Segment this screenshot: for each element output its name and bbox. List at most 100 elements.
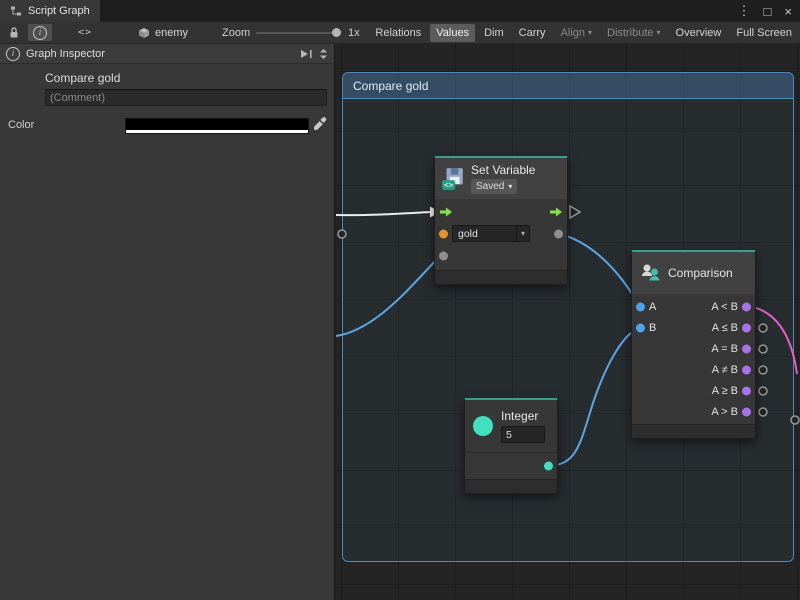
tab-title: Script Graph — [28, 5, 90, 17]
dock-panel-icon[interactable] — [300, 49, 313, 59]
output-label: A > B — [711, 406, 738, 418]
variable-name-dropdown[interactable]: gold ▾ — [452, 225, 530, 242]
flow-port-row — [435, 201, 567, 223]
comparison-ports: A A < B B A ≤ B A = B A ≠ B A ≥ B — [632, 294, 755, 424]
comment-input[interactable] — [45, 89, 327, 106]
zoom-slider-track[interactable] — [256, 32, 340, 34]
node-title: Comparison — [668, 266, 733, 280]
output-label: A < B — [711, 301, 738, 313]
output-port-a-less-b[interactable] — [742, 302, 751, 311]
flow-input-port[interactable] — [439, 206, 453, 218]
group-title: Compare gold — [353, 79, 428, 93]
close-icon[interactable]: × — [784, 4, 792, 19]
graph-inspector-header: i Graph Inspector — [0, 44, 334, 64]
lock-button[interactable] — [4, 24, 24, 41]
graph-inspector-panel: i Graph Inspector Compare gold Color — [0, 44, 335, 600]
output-port-a-gte-b[interactable] — [742, 386, 751, 395]
scrub-arrows-icon[interactable] — [319, 48, 328, 60]
graph-inspector-title: Graph Inspector — [26, 48, 105, 60]
chevron-down-icon: ▾ — [516, 226, 529, 241]
graph-canvas[interactable]: Compare gold <> Set Variable — [336, 44, 800, 600]
overview-button[interactable]: Overview — [670, 24, 728, 42]
align-dropdown[interactable]: Align ▾ — [555, 24, 598, 42]
input-port-a[interactable] — [636, 302, 645, 311]
flow-output-port[interactable] — [549, 206, 563, 218]
value-input-port[interactable] — [439, 252, 448, 261]
set-variable-ports: gold ▾ — [435, 199, 567, 270]
comparison-row: A > B — [632, 401, 755, 422]
maximize-icon[interactable]: □ — [764, 4, 772, 19]
output-label: A ≤ B — [712, 322, 738, 334]
info-icon: i — [6, 47, 20, 61]
node-footer — [435, 270, 567, 284]
color-swatch[interactable] — [125, 118, 309, 134]
info-icon: i — [33, 26, 47, 40]
name-input-port[interactable] — [439, 230, 448, 239]
chevron-down-icon: ▾ — [588, 29, 592, 37]
zoom-label: Zoom — [222, 22, 250, 43]
target-name: enemy — [155, 27, 188, 39]
inspector-toggle-button[interactable]: i — [28, 24, 52, 41]
node-title: Set Variable — [471, 163, 535, 177]
integer-header[interactable]: Integer 5 — [465, 400, 557, 452]
zoom-slider[interactable] — [256, 22, 340, 43]
lock-icon — [8, 26, 20, 39]
output-port-a-gt-b[interactable] — [742, 407, 751, 416]
carry-button[interactable]: Carry — [513, 24, 552, 42]
eyedropper-icon[interactable] — [312, 117, 327, 132]
window-menu-icon[interactable]: ⋮ — [738, 3, 751, 19]
comparison-row: A = B — [632, 338, 755, 359]
toolbar-buttons: Relations Values Dim Carry Align ▾ Distr… — [369, 22, 798, 43]
node-title: Integer — [501, 409, 545, 423]
variable-kind-dropdown[interactable]: Saved ▾ — [471, 179, 517, 194]
integer-value-field[interactable]: 5 — [501, 426, 545, 443]
code-icon: <> — [78, 27, 92, 38]
tab-script-graph[interactable]: Script Graph — [0, 0, 100, 22]
zoom-value: 1x — [348, 22, 360, 43]
chevron-down-icon: ▾ — [657, 29, 661, 37]
relations-button[interactable]: Relations — [369, 24, 427, 42]
window-controls: ⋮ □ × — [738, 0, 792, 22]
integer-icon — [473, 416, 493, 436]
zoom-slider-handle[interactable] — [332, 28, 341, 37]
color-label: Color — [8, 119, 34, 131]
output-port-a-neq-b[interactable] — [742, 365, 751, 374]
dim-button[interactable]: Dim — [478, 24, 510, 42]
comparison-row: A ≥ B — [632, 380, 755, 401]
distribute-dropdown[interactable]: Distribute ▾ — [601, 24, 666, 42]
output-label: A ≠ B — [712, 364, 738, 376]
output-port-a-lte-b[interactable] — [742, 323, 751, 332]
output-label: A = B — [711, 343, 738, 355]
chevron-down-icon: ▾ — [508, 183, 512, 191]
window-titlebar: Script Graph ⋮ □ × — [0, 0, 800, 22]
comparison-row: A A < B — [632, 296, 755, 317]
node-footer — [465, 479, 557, 493]
output-port-a-eq-b[interactable] — [742, 344, 751, 353]
svg-text:<>: <> — [444, 180, 454, 189]
set-variable-header[interactable]: <> Set Variable Saved ▾ — [435, 158, 567, 199]
game-object-icon — [138, 27, 150, 39]
graph-toolbar: i <> enemy Zoom 1x Relations Values Dim … — [0, 22, 800, 44]
save-variable-icon: <> — [441, 167, 465, 191]
full-screen-button[interactable]: Full Screen — [730, 24, 798, 42]
graph-target[interactable]: enemy — [138, 22, 188, 43]
output-label: A ≥ B — [712, 385, 738, 397]
input-label-b: B — [649, 322, 656, 334]
node-footer — [632, 424, 755, 438]
values-button[interactable]: Values — [430, 24, 475, 42]
set-variable-node[interactable]: <> Set Variable Saved ▾ — [434, 156, 568, 285]
input-port-b[interactable] — [636, 323, 645, 332]
value-output-port[interactable] — [554, 230, 563, 239]
input-label-a: A — [649, 301, 656, 313]
comparison-header[interactable]: Comparison — [632, 252, 755, 294]
integer-node[interactable]: Integer 5 — [464, 398, 558, 494]
comparison-row: B A ≤ B — [632, 317, 755, 338]
integer-output-port[interactable] — [544, 462, 553, 471]
value-input-row — [435, 245, 567, 267]
comparison-icon — [640, 262, 662, 284]
comparison-node[interactable]: Comparison A A < B B A ≤ B A = B A ≠ B — [631, 250, 756, 439]
variable-name-row: gold ▾ — [435, 223, 567, 245]
group-header[interactable]: Compare gold — [343, 73, 793, 99]
code-view-button[interactable]: <> — [72, 24, 98, 41]
script-graph-icon — [10, 5, 22, 17]
